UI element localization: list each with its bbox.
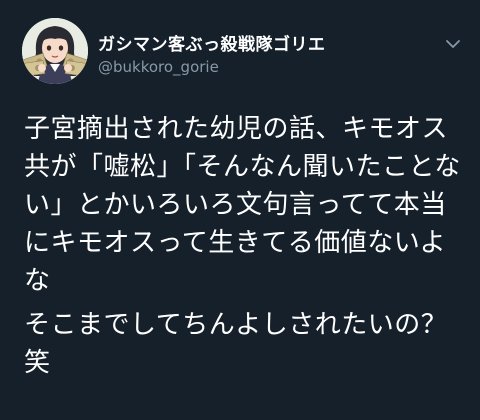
tweet-paragraph: 子宮摘出された幼児の話、キモオス共が「嘘松」「そんなん聞いたことない」とかいろい… [24, 114, 461, 296]
chevron-down-icon[interactable] [444, 36, 462, 50]
tweet-card: ガシマン客ぶっ殺戦隊ゴリエ @bukkoro_gorie 子宮摘出された幼児の話… [0, 0, 480, 420]
avatar[interactable] [22, 18, 88, 84]
tweet-paragraph: そこまでしてちんよしされたいの？笑 [24, 310, 448, 378]
display-name[interactable]: ガシマン客ぶっ殺戦隊ゴリエ [98, 30, 326, 55]
avatar-image [22, 18, 88, 84]
tweet-text: 子宮摘出された幼児の話、キモオス共が「嘘松」「そんなん聞いたことない」とかいろい… [24, 110, 468, 382]
user-handle[interactable]: @bukkoro_gorie [98, 58, 219, 76]
